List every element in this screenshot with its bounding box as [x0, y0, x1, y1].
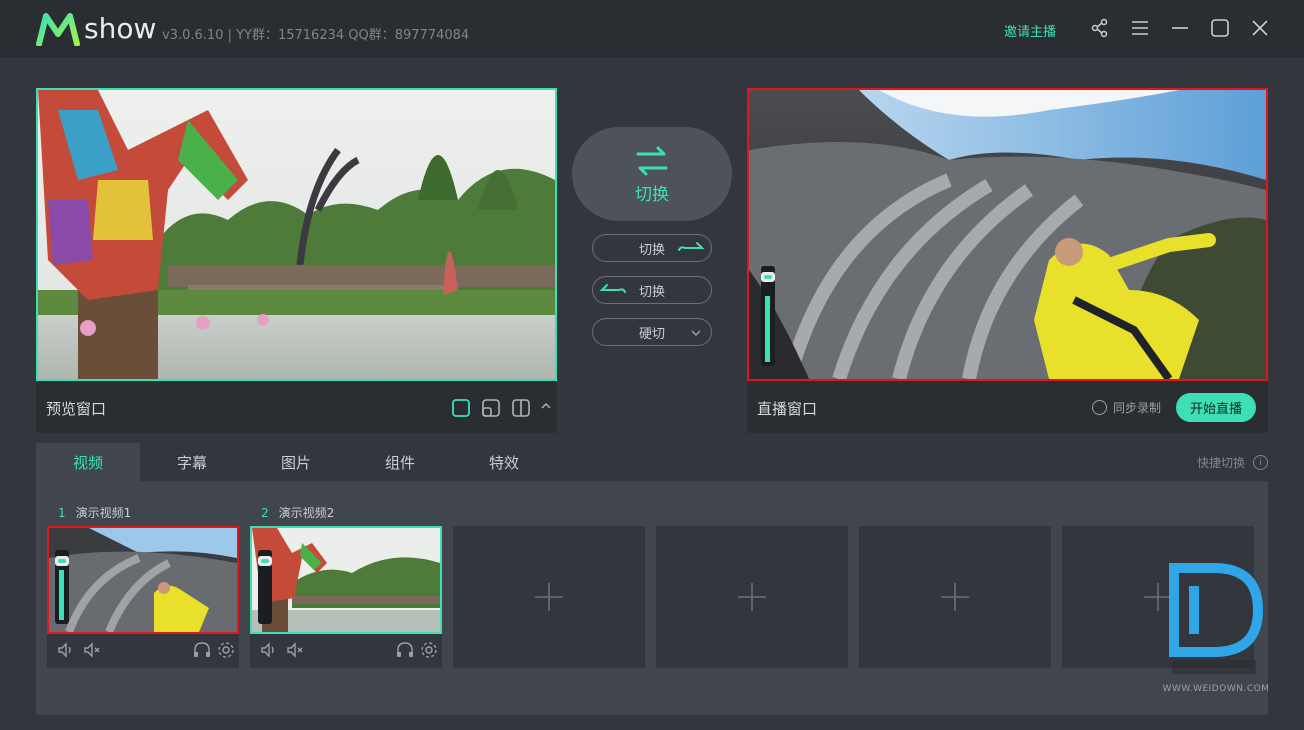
tab-video[interactable]: 视频: [36, 443, 140, 481]
add-source-slot[interactable]: [656, 526, 848, 668]
source-volume-fill: [262, 570, 267, 620]
cut-right-button[interactable]: 切换: [592, 234, 712, 262]
plus-icon: [941, 583, 969, 611]
speaker-icon[interactable]: [56, 640, 76, 660]
waterfall-scene-image: [749, 90, 1266, 379]
hard-cut-dropdown[interactable]: 硬切: [592, 318, 712, 346]
source-volume-fill: [59, 570, 64, 620]
tab-image[interactable]: 图片: [244, 443, 348, 481]
quick-switch-label: 快捷切换: [1196, 456, 1245, 470]
d-logo-icon: [1169, 563, 1264, 674]
plus-icon: [535, 583, 563, 611]
menu-icon[interactable]: [1129, 17, 1151, 39]
live-title: 直播窗口: [757, 400, 818, 418]
source-label: 2 演示视频2: [261, 504, 334, 521]
mute-icon[interactable]: [285, 640, 305, 660]
source-card-2[interactable]: [250, 526, 442, 668]
source-volume-slider[interactable]: [55, 550, 69, 624]
sources-panel: 1 演示视频1 2 演示视频2: [36, 481, 1268, 715]
tab-effects[interactable]: 特效: [452, 443, 556, 481]
source-tabs: 视频 字幕 图片 组件 特效 快捷切换 i: [36, 443, 1268, 481]
split-layout-icon[interactable]: [511, 398, 531, 418]
cut-right-label: 切换: [638, 242, 665, 258]
pip-layout-icon[interactable]: [481, 398, 501, 418]
festival-scene-image: [38, 90, 555, 379]
switch-main-label: 切换: [635, 184, 669, 205]
source-label: 1 演示视频1: [58, 504, 131, 521]
plus-icon: [738, 583, 766, 611]
add-source-slot[interactable]: [859, 526, 1051, 668]
minimize-icon[interactable]: [1169, 17, 1191, 39]
preview-title: 预览窗口: [46, 400, 107, 418]
mute-icon[interactable]: [82, 640, 102, 660]
source-toolbar: [47, 640, 239, 662]
watermark-logo: WWW.WEIDOWN.COM: [1160, 560, 1272, 700]
add-source-slot[interactable]: [453, 526, 645, 668]
source-volume-knob[interactable]: [258, 556, 272, 566]
source-volume-knob[interactable]: [55, 556, 69, 566]
info-icon[interactable]: i: [1253, 455, 1268, 470]
live-volume-slider[interactable]: [761, 266, 775, 366]
live-video[interactable]: [747, 88, 1268, 381]
source-name: 演示视频2: [278, 506, 335, 520]
cut-left-button[interactable]: 切换: [592, 276, 712, 304]
live-volume-fill: [765, 296, 770, 362]
source-thumbnail[interactable]: [250, 526, 442, 634]
maximize-icon[interactable]: [1209, 17, 1231, 39]
gear-icon[interactable]: [419, 640, 439, 660]
headphones-icon[interactable]: [395, 640, 415, 660]
hard-cut-label: 硬切: [638, 326, 665, 342]
source-card-1[interactable]: [47, 526, 239, 668]
preview-video[interactable]: [36, 88, 557, 381]
live-volume-knob[interactable]: [761, 272, 775, 282]
invite-host-link[interactable]: 邀请主播: [1004, 21, 1056, 40]
sync-record-checkbox[interactable]: 同步录制: [1092, 399, 1161, 416]
switch-main-button[interactable]: 切换: [572, 127, 732, 221]
chevron-up-icon[interactable]: [536, 398, 551, 418]
share-icon[interactable]: [1089, 17, 1111, 39]
title-bar: show v3.0.6.10 | YY群：15716234 QQ群：897774…: [0, 0, 1304, 58]
source-number: 2: [261, 506, 269, 520]
radio-circle-icon: [1092, 400, 1107, 415]
sync-record-label: 同步录制: [1113, 401, 1162, 415]
cut-left-label: 切换: [638, 284, 665, 300]
source-thumbnail[interactable]: [47, 526, 239, 634]
headphones-icon[interactable]: [192, 640, 212, 660]
watermark-text: WWW.WEIDOWN.COM: [1162, 684, 1270, 694]
tab-subtitle[interactable]: 字幕: [140, 443, 244, 481]
start-live-button[interactable]: 开始直播: [1176, 393, 1256, 422]
waterfall-thumb-image: [49, 528, 237, 632]
source-name: 演示视频1: [75, 506, 132, 520]
festival-thumb-image: [252, 528, 440, 632]
app-name: show: [84, 12, 157, 45]
tab-component[interactable]: 组件: [348, 443, 452, 481]
app-logo: show: [36, 12, 156, 46]
gear-icon[interactable]: [216, 640, 236, 660]
quick-switch-toggle[interactable]: 快捷切换 i: [1197, 454, 1268, 471]
preview-bar: 预览窗口: [36, 381, 557, 433]
m-logo-icon: [36, 13, 80, 46]
source-toolbar: [250, 640, 442, 662]
single-layout-icon[interactable]: [451, 398, 471, 418]
swap-arrows-icon: [636, 146, 668, 175]
arrow-right-icon: [678, 242, 705, 251]
speaker-icon[interactable]: [259, 640, 279, 660]
arrow-left-icon: [599, 284, 626, 293]
version-info: v3.0.6.10 | YY群：15716234 QQ群：897774084: [162, 28, 470, 43]
source-number: 1: [58, 506, 66, 520]
chevron-down-icon: [691, 330, 701, 337]
source-volume-slider[interactable]: [258, 550, 272, 624]
close-icon[interactable]: [1249, 17, 1271, 39]
